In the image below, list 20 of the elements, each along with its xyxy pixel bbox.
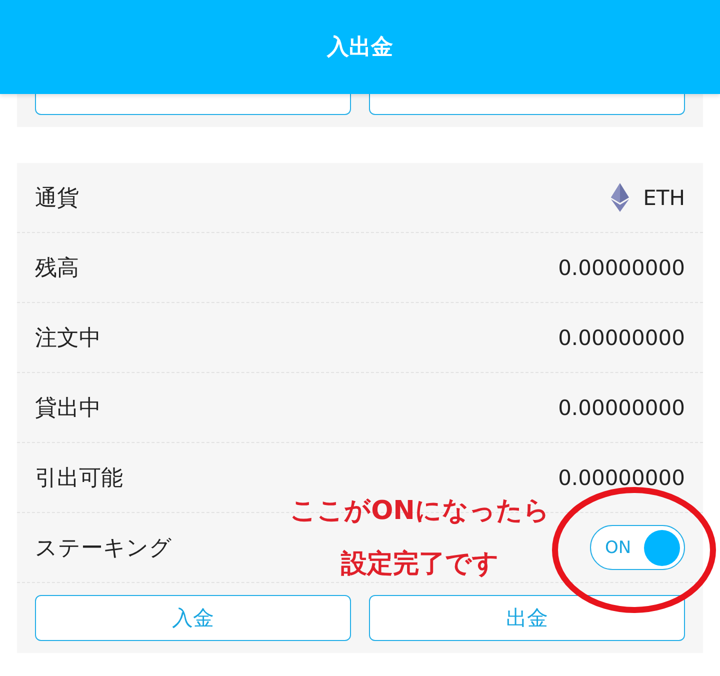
action-button[interactable]	[35, 94, 351, 115]
deposit-button[interactable]: 入金	[35, 595, 351, 641]
amount-value: 0.00000000	[558, 466, 685, 490]
ethereum-icon	[611, 183, 630, 212]
annotation-text: 設定完了です	[341, 549, 499, 580]
withdraw-button[interactable]: 出金	[369, 595, 685, 641]
annotation-text: ここがONになったら	[290, 496, 550, 528]
row-label: 引出可能	[35, 464, 123, 492]
staking-toggle[interactable]: ON	[590, 525, 685, 570]
row-label: ステーキング	[35, 534, 172, 562]
row-label: 通貨	[35, 184, 79, 212]
amount-value: 0.00000000	[558, 256, 685, 280]
amount-value: 0.00000000	[558, 326, 685, 350]
page-title: 入出金	[327, 34, 393, 62]
row-label: 残高	[35, 254, 79, 282]
action-button[interactable]	[369, 94, 685, 115]
currency-name: ETH	[643, 186, 685, 210]
amount-value: 0.00000000	[558, 396, 685, 420]
row-label: 貸出中	[35, 394, 101, 422]
row-label: 注文中	[35, 324, 101, 352]
